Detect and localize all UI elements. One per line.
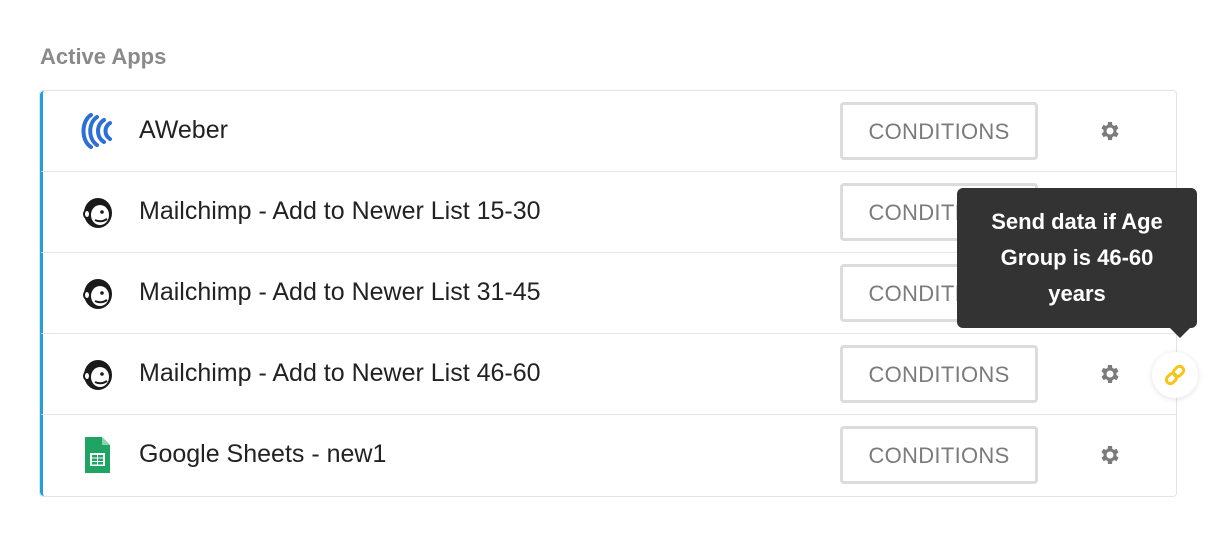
mailchimp-logo-icon (77, 273, 117, 313)
app-row-aweber[interactable]: AWeber CONDITIONS (40, 91, 1176, 172)
app-row-google-sheets[interactable]: Google Sheets - new1 CONDITIONS (40, 415, 1176, 496)
gear-icon[interactable] (1097, 362, 1121, 386)
gear-icon[interactable] (1097, 119, 1121, 143)
conditions-button[interactable]: CONDITIONS (840, 426, 1038, 484)
section-title: Active Apps (40, 44, 167, 69)
tooltip-arrow (1170, 328, 1190, 338)
app-name: Mailchimp - Add to Newer List 15-30 (139, 197, 541, 225)
app-name: Mailchimp - Add to Newer List 46-60 (139, 359, 541, 387)
app-name: Google Sheets - new1 (139, 440, 387, 468)
conditions-button[interactable]: CONDITIONS (840, 102, 1038, 160)
mailchimp-logo-icon (77, 192, 117, 232)
gear-icon[interactable] (1097, 443, 1121, 467)
app-name: Mailchimp - Add to Newer List 31-45 (139, 278, 541, 306)
aweber-logo-icon (77, 111, 117, 151)
app-row-mailchimp-46-60[interactable]: Mailchimp - Add to Newer List 46-60 COND… (40, 334, 1176, 415)
link-icon (1164, 364, 1186, 386)
conditions-button[interactable]: CONDITIONS (840, 345, 1038, 403)
tooltip: Send data if Age Group is 46-60 years (957, 188, 1197, 328)
app-name: AWeber (139, 116, 228, 144)
google-sheets-logo-icon (77, 435, 117, 475)
link-button[interactable] (1152, 352, 1198, 398)
mailchimp-logo-icon (77, 354, 117, 394)
